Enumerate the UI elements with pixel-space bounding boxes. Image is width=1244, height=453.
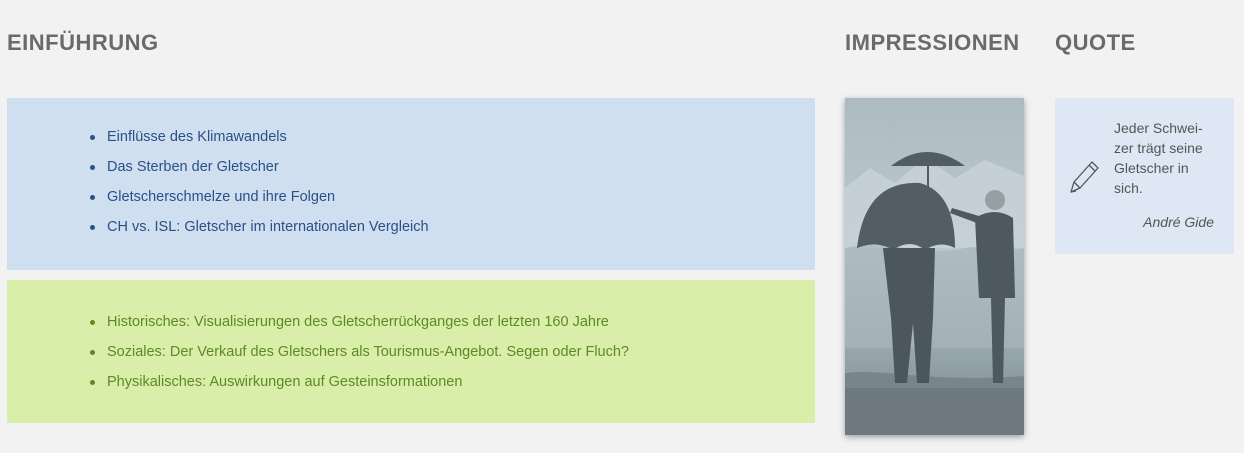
quote-text: Jeder Schwei-zer trägt seine Gletscher i…: [1114, 120, 1203, 196]
topic-link-social[interactable]: Soziales: Der Verkauf des Gletschers als…: [7, 337, 815, 367]
quote-author: André Gide: [1143, 214, 1214, 230]
glacier-umbrella-photo: [845, 98, 1024, 435]
intro-link-glacier-dying[interactable]: Das Sterben der Gletscher: [7, 152, 815, 182]
quote-card: Jeder Schwei-zer trägt seine Gletscher i…: [1055, 98, 1234, 254]
section-heading-impressions: IMPRESSIONEN: [845, 30, 1020, 55]
intro-links-list: Einflüsse des Klimawandels Das Sterben d…: [7, 98, 815, 242]
impressions-image[interactable]: [845, 98, 1024, 435]
topic-link-historical[interactable]: Historisches: Visualisierungen des Glets…: [7, 307, 815, 337]
intro-links-panel: Einflüsse des Klimawandels Das Sterben d…: [7, 98, 815, 270]
topic-links-list: Historisches: Visualisierungen des Glets…: [7, 280, 815, 397]
intro-link-glacier-melt[interactable]: Gletscherschmelze und ihre Folgen: [7, 182, 815, 212]
section-heading-quote: QUOTE: [1055, 30, 1136, 55]
intro-link-climate-change[interactable]: Einflüsse des Klimawandels: [7, 122, 815, 152]
intro-link-ch-vs-isl[interactable]: CH vs. ISL: Gletscher im internationalen…: [7, 212, 815, 242]
topic-links-panel: Historisches: Visualisierungen des Glets…: [7, 280, 815, 423]
topic-link-physical[interactable]: Physikalisches: Auswirkungen auf Gestein…: [7, 367, 815, 397]
section-heading-introduction: EINFÜHRUNG: [7, 30, 159, 55]
pencil-icon: [1070, 161, 1099, 193]
